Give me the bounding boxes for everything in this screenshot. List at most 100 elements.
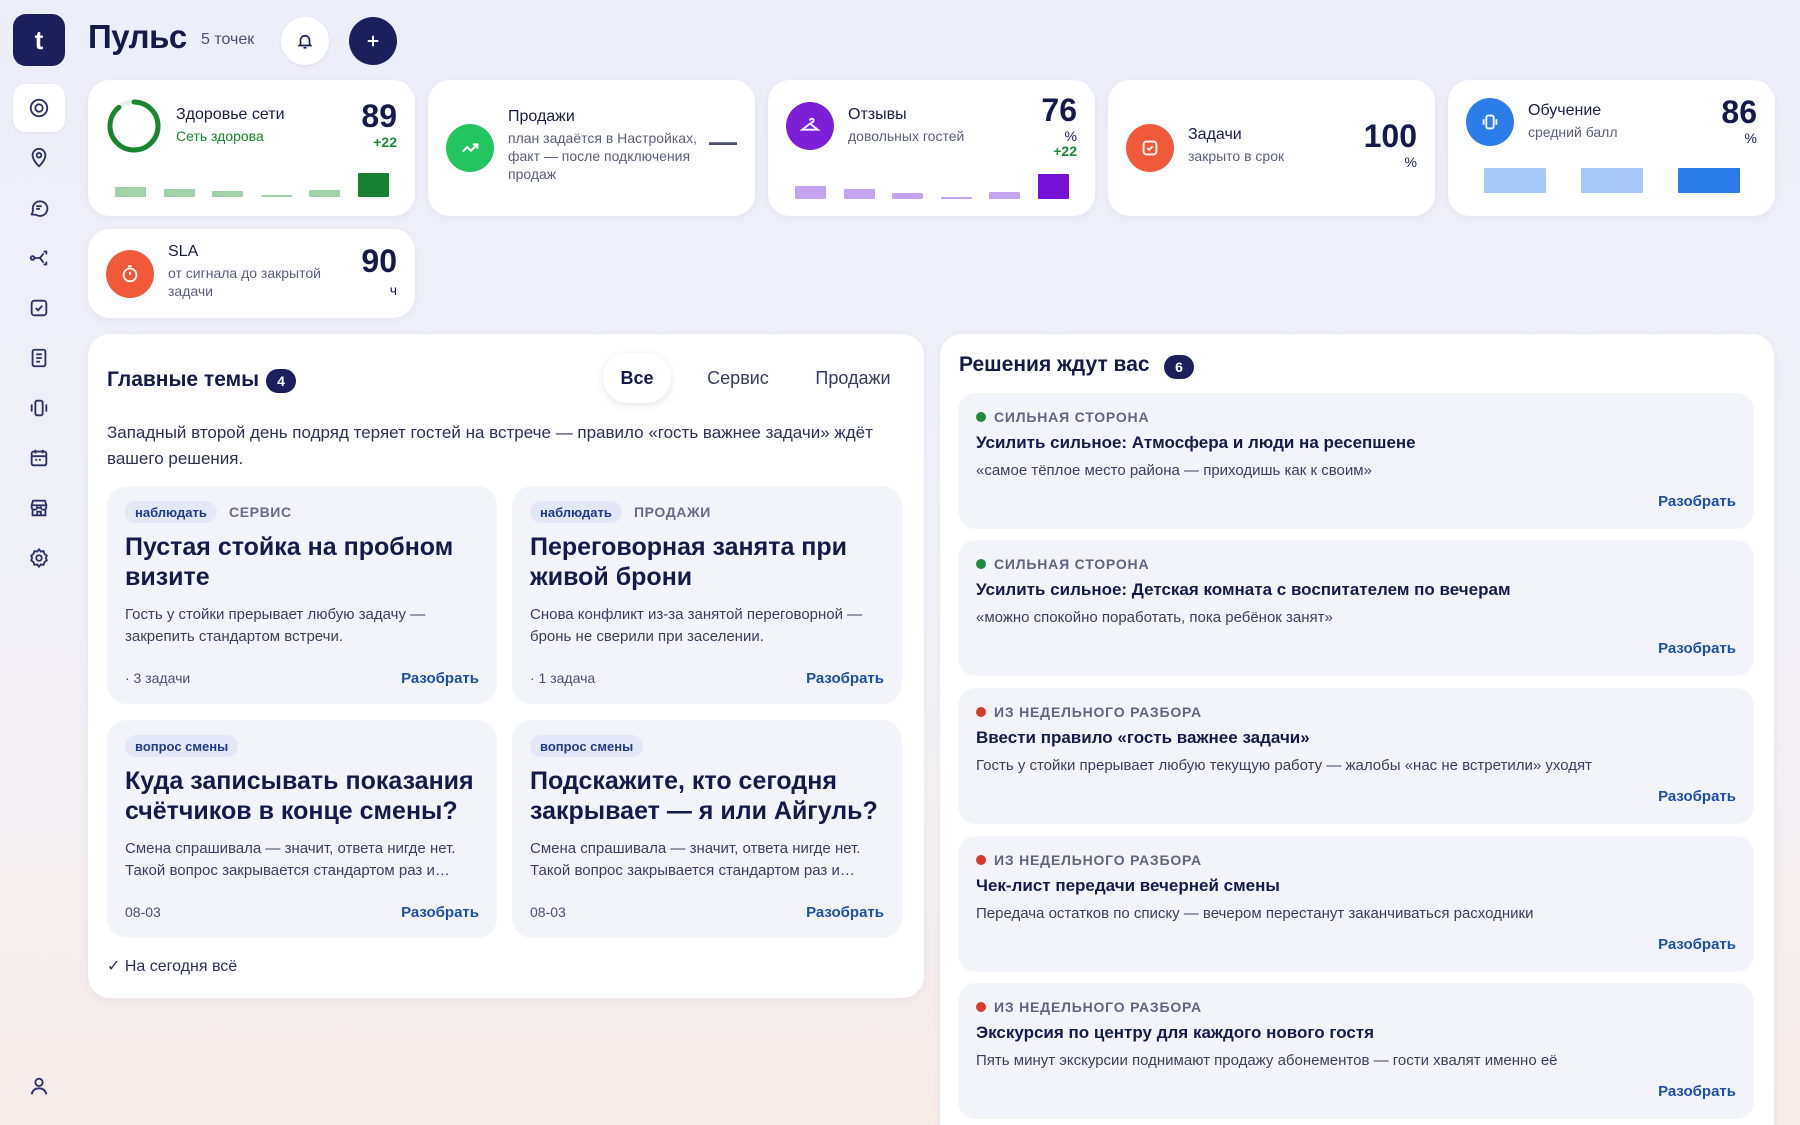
plus-icon	[367, 35, 379, 47]
check-square-icon	[1126, 124, 1174, 172]
decision-tag: ИЗ НЕДЕЛЬНОГО РАЗБОРА	[976, 999, 1202, 1015]
nav-settings[interactable]	[13, 534, 65, 582]
decision-card[interactable]: ИЗ НЕДЕЛЬНОГО РАЗБОРА Экскурсия по центр…	[958, 983, 1754, 1119]
status-pill: наблюдать	[530, 501, 622, 523]
status-pill: наблюдать	[125, 501, 217, 523]
metric-subtitle: закрыто в срок	[1188, 148, 1285, 164]
metric-subtitle: план задаётся в Настройках, факт — после…	[508, 130, 697, 182]
review-link[interactable]: Разобрать	[806, 670, 884, 687]
topic-meta: 08-03	[125, 904, 161, 920]
topic-description: Смена спрашивала — значит, ответа нигде …	[530, 840, 861, 879]
metric-title: Здоровье сети	[176, 106, 285, 123]
metric-subtitle: средний балл	[1528, 124, 1618, 140]
metric-value: 100	[1363, 118, 1417, 154]
review-link[interactable]: Разобрать	[1658, 788, 1736, 805]
metric-card-tasks[interactable]: Задачи закрыто в срок 100 %	[1108, 80, 1435, 216]
status-dot	[976, 707, 986, 717]
status-dot	[976, 1002, 986, 1012]
topic-card[interactable]: вопрос смены Куда записывать показания с…	[107, 720, 497, 938]
nav-locations[interactable]	[13, 134, 65, 182]
metric-unit: %	[1404, 154, 1417, 170]
topic-card[interactable]: наблюдать СЕРВИС Пустая стойка на пробно…	[107, 486, 497, 704]
page-title: Пульс	[88, 18, 187, 55]
tab-service[interactable]: Сервис	[686, 353, 790, 403]
metric-bar	[843, 189, 875, 199]
decision-description: «самое тёплое место района — приходишь к…	[976, 462, 1372, 479]
metric-bar	[1037, 174, 1069, 199]
status-dot	[976, 559, 986, 569]
decision-title: Экскурсия по центру для каждого нового г…	[976, 1023, 1375, 1042]
decision-description: Гость у стойки прерывает любую текущую р…	[976, 757, 1592, 774]
topic-category: ПРОДАЖИ	[634, 504, 711, 520]
status-pill: вопрос смены	[530, 735, 644, 757]
lead-text: Западный второй день подряд теряет госте…	[107, 423, 873, 468]
review-link[interactable]: Разобрать	[1658, 493, 1736, 510]
metric-card-sla[interactable]: SLA от сигнала до закрытой задачи 90 ч	[88, 229, 415, 318]
metric-value: —	[709, 126, 737, 157]
decision-card[interactable]: СИЛЬНАЯ СТОРОНА Усилить сильное: Детская…	[958, 540, 1754, 676]
decision-title: Усилить сильное: Атмосфера и люди на рес…	[976, 433, 1416, 452]
metric-card-training[interactable]: Обучение средний балл 86 %	[1448, 80, 1775, 216]
tab-sales[interactable]: Продажи	[798, 353, 908, 403]
metric-bar	[163, 189, 195, 197]
decision-card[interactable]: ИЗ НЕДЕЛЬНОГО РАЗБОРА Чек-лист передачи …	[958, 836, 1754, 972]
nav-store[interactable]	[13, 484, 65, 532]
decision-description: Пять минут экскурсии поднимают продажу а…	[976, 1052, 1558, 1069]
decision-title: Усилить сильное: Детская комната с воспи…	[976, 580, 1511, 599]
metric-value: 76	[1041, 92, 1077, 128]
decision-description: Передача остатков по списку — вечером пе…	[976, 905, 1534, 922]
metric-unit: ч	[389, 282, 397, 298]
timer-icon	[106, 250, 154, 298]
review-link[interactable]: Разобрать	[1658, 1083, 1736, 1100]
add-button[interactable]	[349, 17, 397, 65]
metric-value: 89	[361, 98, 397, 134]
metric-bar	[115, 187, 146, 197]
topic-meta: · 3 задачи	[125, 670, 191, 686]
topic-description: Смена спрашивала — значит, ответа нигде …	[125, 840, 456, 879]
nav-flow[interactable]	[13, 234, 65, 282]
hanger-icon	[786, 102, 834, 150]
metric-delta: +22	[1053, 143, 1077, 159]
decision-tag: ИЗ НЕДЕЛЬНОГО РАЗБОРА	[976, 852, 1202, 868]
vibrate-icon	[1466, 98, 1514, 146]
metric-bar	[795, 186, 826, 199]
status-dot	[976, 412, 986, 422]
metric-title: Обучение	[1528, 102, 1602, 119]
topic-card[interactable]: наблюдать ПРОДАЖИ Переговорная занята пр…	[512, 486, 902, 704]
metric-value: 90	[361, 243, 397, 279]
decision-description: «можно спокойно поработать, пока ребёнок…	[976, 609, 1333, 626]
notifications-button[interactable]	[281, 17, 329, 65]
nav-notes[interactable]	[13, 334, 65, 382]
chat-icon	[30, 200, 49, 217]
decision-card[interactable]: ИЗ НЕДЕЛЬНОГО РАЗБОРА Ввести правило «го…	[958, 688, 1754, 824]
topic-card[interactable]: вопрос смены Подскажите, кто сегодня зак…	[512, 720, 902, 938]
app-logo[interactable]: t	[13, 14, 65, 66]
review-link[interactable]: Разобрать	[1658, 640, 1736, 657]
nav-chat[interactable]	[13, 184, 65, 232]
metric-card-sales[interactable]: Продажи план задаётся в Настройках, факт…	[428, 80, 755, 216]
review-link[interactable]: Разобрать	[401, 670, 479, 687]
review-link[interactable]: Разобрать	[806, 904, 884, 921]
tab-all[interactable]: Все	[603, 353, 671, 403]
decision-title: Чек-лист передачи вечерней смены	[976, 876, 1280, 895]
nav-calendar[interactable]	[13, 434, 65, 482]
count-badge: 6	[1164, 355, 1194, 379]
metric-bar	[260, 195, 292, 197]
nav-tasks[interactable]	[13, 284, 65, 332]
review-link[interactable]: Разобрать	[401, 904, 479, 921]
metric-card-reviews[interactable]: Отзывы довольных гостей 76 % +22	[768, 80, 1095, 216]
metric-bar	[1581, 168, 1643, 193]
review-link[interactable]: Разобрать	[1658, 936, 1736, 953]
metric-value: 86	[1721, 94, 1757, 130]
calendar-icon	[30, 449, 48, 467]
metric-bar	[309, 190, 340, 197]
nav-training[interactable]	[13, 384, 65, 432]
nav-profile[interactable]	[13, 1062, 65, 1110]
nav-pulse[interactable]	[13, 84, 65, 132]
decision-title: Ввести правило «гость важнее задачи»	[976, 728, 1310, 747]
metric-card-health[interactable]: Здоровье сети Сеть здорова 89 +22	[88, 80, 415, 216]
decision-card[interactable]: СИЛЬНАЯ СТОРОНА Усилить сильное: Атмосфе…	[958, 393, 1754, 529]
topic-title: Пустая стойка на пробном визите	[125, 533, 454, 591]
trend-up-icon	[446, 124, 494, 172]
status-pill: вопрос смены	[125, 735, 239, 757]
